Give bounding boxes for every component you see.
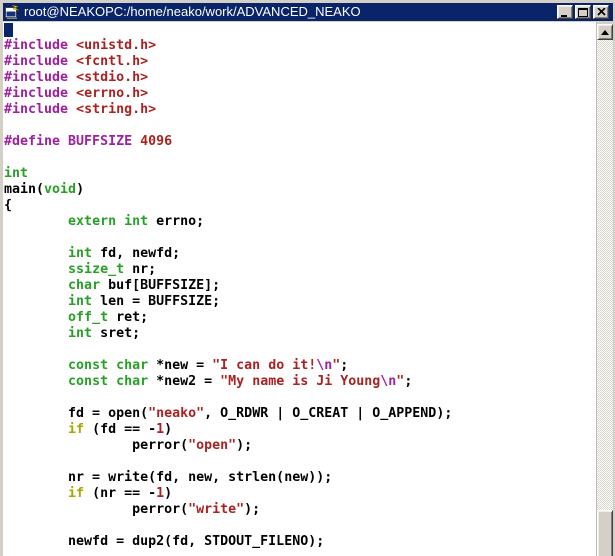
code-line: int len = BUFFSIZE; bbox=[68, 294, 221, 309]
scrollbar-up-button[interactable] bbox=[597, 24, 613, 40]
code-line: #define BUFFSIZE 4096 bbox=[4, 134, 173, 149]
code-line: main(void) bbox=[4, 182, 85, 197]
scrollbar bbox=[596, 22, 613, 556]
titlebar[interactable]: root@NEAKOPC:/home/neako/work/ADVANCED_N… bbox=[3, 3, 613, 21]
scrollbar-thumb[interactable] bbox=[597, 510, 613, 556]
terminal-cursor bbox=[4, 23, 13, 37]
close-button[interactable] bbox=[593, 5, 609, 19]
minimize-button[interactable] bbox=[557, 5, 573, 19]
code-line: off_t ret; bbox=[68, 310, 149, 325]
code-line: const char *new2 = "My name is Ji Young\… bbox=[68, 374, 413, 389]
up-arrow-icon bbox=[601, 29, 609, 35]
code-line: int bbox=[4, 166, 29, 181]
code-line: extern int errno; bbox=[68, 214, 205, 229]
code-line: ssize_t nr; bbox=[68, 262, 157, 277]
code-line: const char *new = "I can do it!\n"; bbox=[68, 358, 349, 373]
terminal-icon[interactable] bbox=[4, 4, 20, 20]
terminal-content[interactable]: #include <unistd.h> #include <fcntl.h> #in… bbox=[3, 22, 596, 556]
code-area[interactable]: #include <unistd.h> #include <fcntl.h> #in… bbox=[3, 22, 596, 550]
scrollbar-track[interactable] bbox=[597, 40, 613, 510]
window-title: root@NEAKOPC:/home/neako/work/ADVANCED_N… bbox=[24, 4, 361, 19]
code-line: int fd, newfd; bbox=[68, 246, 181, 261]
code-line: if (fd == -1) bbox=[68, 422, 173, 437]
window-controls bbox=[557, 5, 609, 19]
code-line: int sret; bbox=[68, 326, 141, 341]
code-line: perror("open"); bbox=[4, 438, 253, 453]
code-line: #include <fcntl.h> bbox=[4, 54, 149, 69]
code-line: #include <errno.h> bbox=[4, 86, 149, 101]
terminal-window: root@NEAKOPC:/home/neako/work/ADVANCED_N… bbox=[0, 0, 615, 556]
code-line: { bbox=[4, 198, 13, 213]
code-line: nr = write(fd, new, strlen(new)); bbox=[4, 470, 333, 485]
code-line: if (nr == -1) bbox=[68, 486, 173, 501]
code-line: #include <string.h> bbox=[4, 102, 157, 117]
code-line: #include <stdio.h> bbox=[4, 70, 149, 85]
code-line: char buf[BUFFSIZE]; bbox=[68, 278, 221, 293]
maximize-button[interactable] bbox=[575, 5, 591, 19]
code-line: newfd = dup2(fd, STDOUT_FILENO); bbox=[4, 534, 325, 549]
code-line: fd = open("neako", O_RDWR | O_CREAT | O_… bbox=[4, 406, 453, 421]
code-line: perror("write"); bbox=[4, 502, 261, 517]
code-line bbox=[4, 22, 596, 38]
code-line: #include <unistd.h> bbox=[4, 38, 157, 53]
